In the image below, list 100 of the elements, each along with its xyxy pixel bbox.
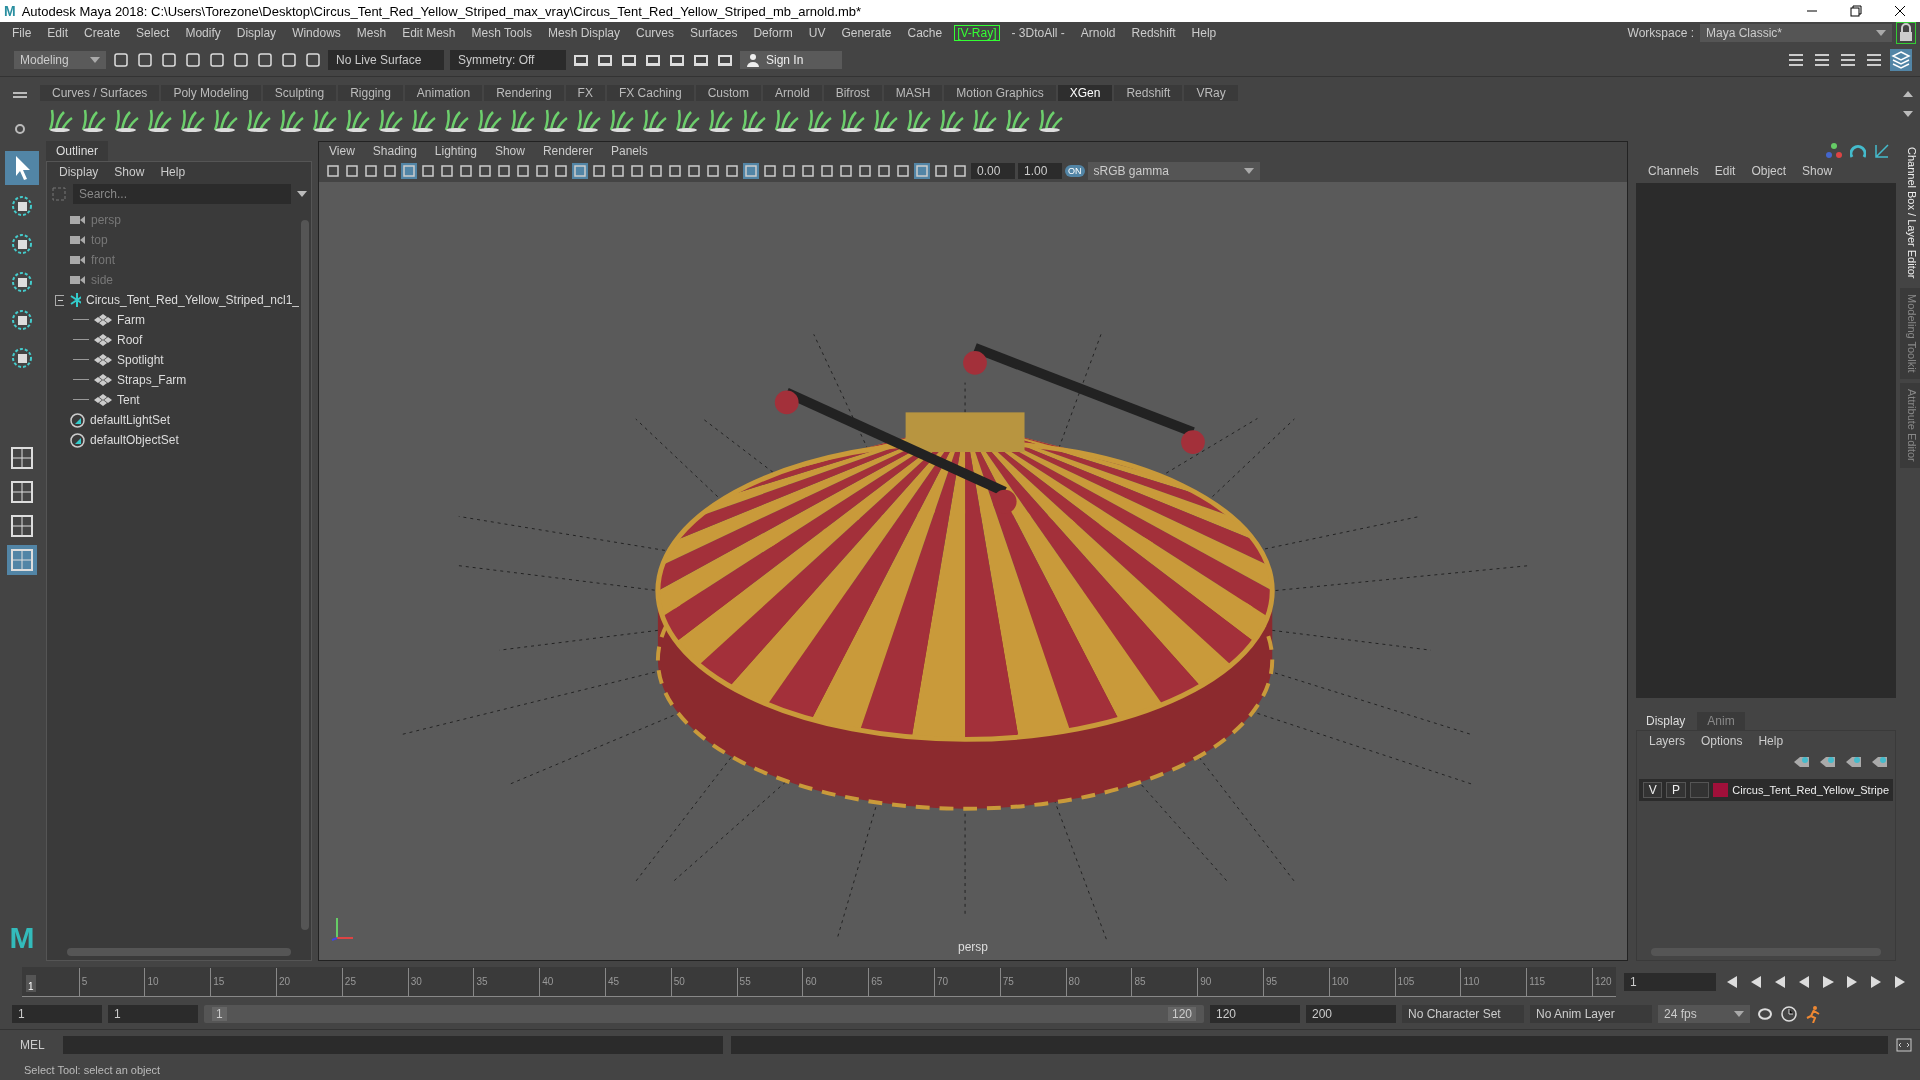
script-editor-icon[interactable] [1896,1037,1912,1053]
side-tab[interactable]: Modeling Toolkit [1900,288,1920,380]
playback-toggle[interactable]: P [1666,782,1686,798]
character-set-dropdown[interactable]: No Character Set [1402,1005,1524,1023]
layer-editor-tab[interactable]: Anim [1697,712,1745,730]
layer-action-icon[interactable] [1845,755,1863,769]
shelf-tab[interactable]: MASH [883,85,943,101]
viewport-tool-icon[interactable] [705,163,721,179]
menu-item[interactable]: Channels [1642,164,1705,178]
axes-icon[interactable] [1826,143,1842,159]
shelf-tab[interactable]: Rigging [338,85,403,101]
menu-item[interactable]: Select [128,26,178,40]
menu-item[interactable]: Layers [1643,734,1692,748]
viewport-tool-icon[interactable] [648,163,664,179]
menu-item[interactable]: Redshift [1123,26,1184,40]
viewport-tool-icon[interactable] [762,163,778,179]
menu-item[interactable]: Deform [745,26,801,40]
current-frame-field[interactable]: 1 [1624,973,1716,991]
viewport-tool-icon[interactable] [477,163,493,179]
menu-item[interactable]: Lighting [428,144,483,158]
viewport-tool-icon[interactable] [515,163,531,179]
color-management-toggle[interactable]: ON [1065,165,1085,177]
viewport-tool-icon[interactable] [838,163,854,179]
color-space-dropdown[interactable]: sRGB gamma [1087,162,1260,180]
menu-item[interactable]: Mesh [348,26,395,40]
outliner-tab[interactable]: Outliner [46,141,109,161]
shelf-tab[interactable]: FX Caching [606,85,694,101]
shelf-tab[interactable]: VRay [1184,85,1238,101]
viewport-tool-icon[interactable] [895,163,911,179]
outliner-item[interactable]: Circus_Tent_Red_Yellow_Striped_ncl1_ [85,293,299,307]
start-frame-field[interactable]: 1 [12,1005,102,1023]
range-slider[interactable]: 1 120 [204,1005,1204,1023]
toolbar-icon[interactable] [160,51,178,69]
menu-item[interactable]: Help [1183,26,1225,40]
shelf-tab[interactable]: Custom [695,85,761,101]
toolbar-icon[interactable] [280,51,298,69]
current-frame-marker[interactable]: 1 [26,975,36,992]
menu-item[interactable]: Help [1752,734,1790,748]
toolbar-icon[interactable] [304,51,322,69]
viewport-tool-icon[interactable] [382,163,398,179]
viewport-tool-icon[interactable] [819,163,835,179]
menu-item[interactable]: Display [228,26,285,40]
time-slider[interactable]: 1 5 10 15 20 25 30 35 40 45 50 55 60 65 70 75 80 85 90 95 100 105 110 115 120 [22,967,1616,997]
menu-item[interactable]: Help [154,165,192,179]
layer-name[interactable]: Circus_Tent_Red_Yellow_Stripe [1732,784,1889,796]
toolbar-icon[interactable] [184,51,202,69]
menu-item[interactable]: Show [488,144,531,158]
collapse-icon[interactable] [55,294,64,306]
viewport-tool-icon[interactable] [439,163,455,179]
search-field[interactable]: Search... [73,184,291,204]
clock-icon[interactable] [1780,1005,1798,1023]
toolbar-icon[interactable] [256,51,274,69]
workspace-dropdown[interactable]: Maya Classic* [1700,24,1892,42]
shelf-tab[interactable]: Redshift [1114,85,1183,101]
viewport-tool-icon[interactable] [952,163,968,179]
restore-icon[interactable] [1850,5,1862,17]
shelf-tab[interactable]: Sculpting [262,85,337,101]
shelf-tab[interactable]: Motion Graphics [944,85,1056,101]
layer-color-swatch[interactable] [1712,783,1729,797]
shelf-tab[interactable]: FX [565,85,605,101]
symmetry-dropdown[interactable]: Symmetry: Off [450,50,566,70]
viewport-tool-icon[interactable] [686,163,702,179]
shelf-tab[interactable]: Poly Modeling [161,85,261,101]
viewport-tool-icon[interactable] [458,163,474,179]
layer-action-icon[interactable] [1871,755,1889,769]
viewport-tool-icon[interactable] [857,163,873,179]
anim-layer-dropdown[interactable]: No Anim Layer [1530,1005,1652,1023]
fps-dropdown[interactable]: 24 fps [1658,1005,1750,1023]
outliner-item[interactable]: Farm [117,313,145,327]
menu-item[interactable]: Display [53,165,105,179]
menu-item[interactable]: Show [1796,164,1839,178]
layer-action-icon[interactable] [1819,755,1837,769]
menu-item[interactable]: Cache [899,26,951,40]
side-tab[interactable]: Attribute Editor [1900,383,1920,468]
outliner-item[interactable]: Straps_Farm [117,373,187,387]
viewport-tool-icon[interactable] [420,163,436,179]
command-input-field[interactable] [62,1036,723,1054]
menu-item[interactable]: Create [76,26,129,40]
viewport-tool-icon[interactable] [496,163,512,179]
shelf-tab[interactable]: XGen [1057,85,1113,101]
viewport-tool-icon[interactable] [591,163,607,179]
toolbar-icon[interactable] [232,51,250,69]
close-icon[interactable] [1894,5,1906,17]
scrollbar[interactable] [301,220,309,930]
shelf-tab[interactable]: Arnold [762,85,822,101]
viewport-tool-icon[interactable] [363,163,379,179]
menu-item[interactable]: - 3DtoAll - [1003,26,1073,40]
playback-start-field[interactable]: 1 [108,1005,198,1023]
viewport-tool-icon[interactable] [724,163,740,179]
toolbar-icon[interactable] [208,51,226,69]
menu-item[interactable]: View [323,144,361,158]
viewport-tool-icon[interactable] [534,163,550,179]
shelf-tab[interactable]: Rendering [484,85,564,101]
menu-item[interactable]: File [4,26,40,40]
settings-icon[interactable] [14,123,26,135]
menu-item[interactable]: Surfaces [682,26,746,40]
menu-item[interactable]: Panels [604,144,654,158]
viewport-tool-icon[interactable] [325,163,341,179]
menu-item[interactable]: Object [1745,164,1793,178]
menu-item[interactable]: Curves [628,26,683,40]
